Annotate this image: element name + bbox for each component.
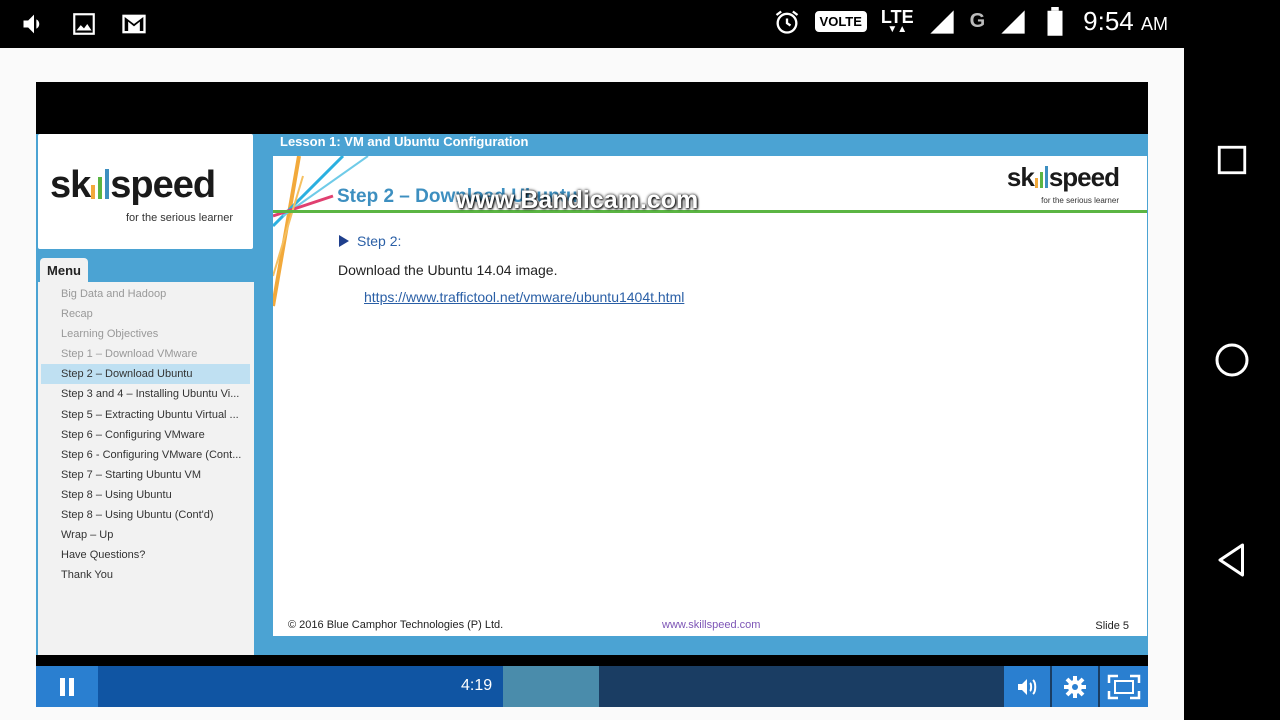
menu-item[interactable]: Step 7 – Starting Ubuntu VM <box>38 465 250 485</box>
volte-badge: VOLTE <box>814 11 867 32</box>
signal-icon-secondary <box>999 8 1027 36</box>
status-bar: VOLTE LTE ▼▲ G 9:54 AM <box>0 0 1184 48</box>
menu-item[interactable]: Learning Objectives <box>38 324 250 344</box>
playback-time: 4:19 <box>461 677 493 694</box>
menu-item[interactable]: Step 3 and 4 – Installing Ubuntu Vi... <box>38 384 250 404</box>
slide: Step 2 – Download Ubuntu sk speed for the… <box>273 156 1147 636</box>
home-icon[interactable] <box>1214 342 1250 378</box>
menu-item[interactable]: Step 6 - Configuring VMware (Cont... <box>38 445 250 465</box>
website-link[interactable]: www.skillspeed.com <box>662 619 760 631</box>
gallery-icon <box>70 10 98 38</box>
lte-indicator: LTE ▼▲ <box>881 8 914 35</box>
back-icon[interactable] <box>1214 542 1250 578</box>
skillspeed-logo: sk speed <box>50 164 216 206</box>
menu-item[interactable]: Step 8 – Using Ubuntu (Cont'd) <box>38 505 250 525</box>
menu-item[interactable]: Recap <box>38 304 250 324</box>
pause-button[interactable] <box>36 666 98 707</box>
slide-skillspeed-logo: sk speed <box>1006 162 1120 192</box>
settings-button[interactable] <box>1052 666 1098 707</box>
menu-item[interactable]: Step 8 – Using Ubuntu <box>38 485 250 505</box>
phone-screen: VOLTE LTE ▼▲ G 9:54 AM sk speed for the … <box>0 0 1280 720</box>
menu-item[interactable]: Thank You <box>38 565 250 585</box>
volume-button[interactable] <box>1004 666 1050 707</box>
logo-bars-icon <box>91 169 110 199</box>
menu-item[interactable]: Step 6 – Configuring VMware <box>38 425 250 445</box>
player-controls: 4:19 <box>36 666 1148 707</box>
clock: 9:54 AM <box>1083 6 1168 37</box>
slide-number: Slide 5 <box>1095 620 1129 632</box>
speaker-icon <box>1018 678 1037 695</box>
gear-icon <box>1064 675 1086 698</box>
course-frame: sk speed for the serious learner Menu Big… <box>36 134 1148 655</box>
clock-ampm: AM <box>1141 14 1168 34</box>
ubuntu-download-link[interactable]: https://www.traffictool.net/vmware/ubunt… <box>364 289 684 305</box>
fullscreen-icon <box>1107 674 1141 699</box>
menu-list: Big Data and Hadoop Recap Learning Objecti… <box>38 282 254 655</box>
progress-buffered[interactable] <box>503 666 599 707</box>
slide-logo-tagline: for the serious learner <box>1041 196 1119 205</box>
slide-logo-bars-icon <box>1034 166 1048 188</box>
logo-tagline: for the serious learner <box>126 212 233 224</box>
menu-item[interactable]: Step 5 – Extracting Ubuntu Virtual ... <box>38 405 250 425</box>
gmail-icon <box>120 10 148 38</box>
bullet-triangle-icon <box>339 235 349 247</box>
bandicam-watermark: www.Bandicam.com <box>456 186 699 214</box>
video-player[interactable]: sk speed for the serious learner Menu Big… <box>36 82 1148 707</box>
battery-icon <box>1041 6 1069 36</box>
alarm-icon <box>773 8 801 36</box>
fullscreen-button[interactable] <box>1100 666 1148 707</box>
recent-apps-icon[interactable] <box>1214 142 1250 178</box>
copyright-text: © 2016 Blue Camphor Technologies (P) Ltd… <box>288 619 504 631</box>
slide-body-text: Download the Ubuntu 14.04 image. <box>338 262 558 278</box>
step-bullet: Step 2: <box>339 233 401 249</box>
menu-tab[interactable]: Menu <box>40 258 88 282</box>
menu-item[interactable]: Step 2 – Download Ubuntu <box>41 364 250 385</box>
signal-icon <box>928 8 956 36</box>
menu-item[interactable]: Have Questions? <box>38 545 250 565</box>
title-divider <box>273 210 1147 213</box>
volume-icon <box>20 10 48 38</box>
navigation-bar <box>1184 0 1280 720</box>
menu-item[interactable]: Step 1 – Download VMware <box>38 344 250 364</box>
sidebar-logo: sk speed for the serious learner <box>38 134 253 249</box>
browser-page: sk speed for the serious learner Menu Big… <box>0 48 1184 720</box>
lesson-title: Lesson 1: VM and Ubuntu Configuration <box>280 134 529 149</box>
network-g-label: G <box>969 10 986 32</box>
menu-item[interactable]: Big Data and Hadoop <box>38 284 250 304</box>
menu-item[interactable]: Wrap – Up <box>38 525 250 545</box>
bullet-text: Step 2: <box>357 233 402 249</box>
pause-icon <box>60 677 74 696</box>
clock-time: 9:54 <box>1083 6 1134 36</box>
